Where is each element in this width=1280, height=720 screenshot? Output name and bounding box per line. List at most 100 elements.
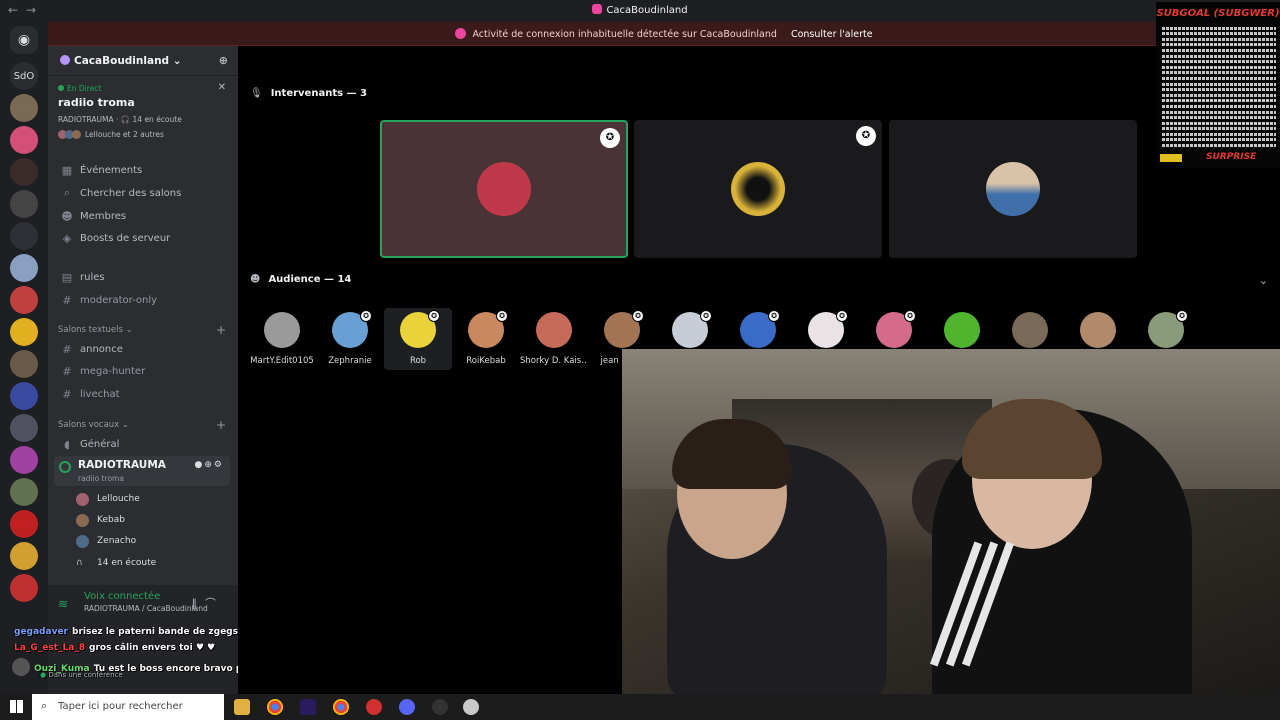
hash-icon: # xyxy=(62,293,72,307)
active-stage-channel[interactable]: RADIOTRAUMA radiio troma ●⊕⚙ xyxy=(54,456,230,486)
server-icon[interactable] xyxy=(10,542,38,570)
server-icon[interactable] xyxy=(10,158,38,186)
speaker-tile[interactable]: ✪ xyxy=(634,120,882,258)
server-icon[interactable] xyxy=(10,286,38,314)
avatar xyxy=(1080,312,1116,348)
speakers-header: 🎙 Intervenants — 3 xyxy=(250,88,367,99)
webcam-overlay xyxy=(622,349,1280,694)
server-icon[interactable] xyxy=(10,478,38,506)
avatar xyxy=(1012,312,1048,348)
category-voice-channels[interactable]: Salons vocaux ⌄ + xyxy=(58,418,230,432)
nav-server-boosts[interactable]: ◈ Boosts de serveur xyxy=(54,228,230,248)
server-icon[interactable] xyxy=(10,574,38,602)
stage-meta: RADIOTRAUMA · 🎧 14 en écoute xyxy=(58,115,182,124)
speaker-tile[interactable] xyxy=(889,120,1137,258)
avatar: ✪ xyxy=(400,310,440,348)
audience-icon: ☻ xyxy=(250,274,261,285)
voice-connected-panel: ≋ Voix connectée RADIOTRAUMA / CacaBoudi… xyxy=(48,585,238,625)
channel-mega-hunter[interactable]: # mega-hunter xyxy=(54,361,230,381)
discord-home-icon[interactable]: ◉ xyxy=(10,26,38,54)
voice-connected-sub: RADIOTRAUMA / CacaBoudinland xyxy=(84,604,208,613)
listeners-count[interactable]: ∩ 14 en écoute xyxy=(76,554,226,572)
microphone-icon: 🎙 xyxy=(250,88,263,99)
nav-browse-channels[interactable]: ⌕ Chercher des salons xyxy=(54,183,230,203)
add-channel-icon[interactable]: + xyxy=(216,418,226,432)
audience-name: Shorky D. Kais… xyxy=(520,356,588,366)
audience-member[interactable]: MartY.Edit0105 xyxy=(248,308,316,370)
avatar: ✪ xyxy=(808,310,848,348)
avatar: ✪ xyxy=(740,310,780,348)
server-icon[interactable] xyxy=(10,222,38,250)
live-stage-card[interactable]: En Direct radiio troma RADIOTRAUMA · 🎧 1… xyxy=(54,80,232,143)
server-icon[interactable] xyxy=(10,350,38,378)
windows-start-icon[interactable] xyxy=(10,700,23,713)
audience-name: Rob xyxy=(409,356,427,366)
channel-general-voice[interactable]: ◖ Général xyxy=(54,434,230,454)
premiere-icon[interactable] xyxy=(300,699,316,715)
guild-header[interactable]: CacaBoudinland ⌄ ⊕ xyxy=(48,46,238,76)
discord-icon[interactable] xyxy=(399,699,415,715)
role-badge-icon: ✪ xyxy=(1176,310,1188,322)
avatar xyxy=(72,130,81,139)
chrome-icon[interactable] xyxy=(333,699,349,715)
server-icon[interactable] xyxy=(10,414,38,442)
chrome-icon[interactable] xyxy=(267,699,283,715)
title-bar: ←→ CacaBoudinland xyxy=(0,0,1280,22)
audience-member[interactable]: ✪ RoiKebab xyxy=(452,308,520,370)
obs-icon[interactable] xyxy=(432,699,448,715)
nav-members[interactable]: ☻ Membres xyxy=(54,206,230,226)
server-icon[interactable] xyxy=(10,382,38,410)
live-indicator: En Direct xyxy=(58,84,228,93)
hash-icon: # xyxy=(62,387,72,401)
channel-rules[interactable]: ▤ rules xyxy=(54,267,230,287)
voice-member[interactable]: Kebab xyxy=(76,511,226,529)
disconnect-icon[interactable]: ∥⌒ xyxy=(192,595,225,611)
app-icon[interactable] xyxy=(463,699,479,715)
server-icon[interactable] xyxy=(10,126,38,154)
channel-livechat[interactable]: # livechat xyxy=(54,384,230,404)
chevron-down-icon[interactable]: ⌄ xyxy=(1259,274,1268,287)
taskbar: ⌕ Taper ici pour rechercher xyxy=(0,694,1280,720)
audience-member[interactable]: Shorky D. Kais… xyxy=(520,308,588,370)
server-sdo[interactable]: SdO xyxy=(10,62,38,90)
audience-name: Zephranie xyxy=(328,356,372,366)
nav-events[interactable]: ▦ Événements xyxy=(54,160,230,180)
speaker-tile[interactable]: ✪ xyxy=(380,120,628,258)
voice-member[interactable]: Lellouche xyxy=(76,490,226,508)
channel-moderator-only[interactable]: # moderator-only xyxy=(54,290,230,310)
taskbar-search[interactable]: ⌕ Taper ici pour rechercher xyxy=(32,694,224,720)
stage-listeners: Lellouche et 2 autres xyxy=(58,130,228,139)
role-badge-icon: ✪ xyxy=(632,310,644,322)
audience-member[interactable]: ✪ Zephranie xyxy=(316,308,384,370)
subgoal-title: SUBGOAL (SUBGWER) xyxy=(1156,8,1280,19)
category-text-channels[interactable]: Salons textuels ⌄ + xyxy=(58,323,230,337)
server-icon[interactable] xyxy=(10,318,38,346)
app-icon[interactable] xyxy=(366,699,382,715)
close-icon[interactable]: ✕ xyxy=(218,82,226,93)
server-rail: ◉ SdO xyxy=(0,22,48,694)
server-icon[interactable] xyxy=(10,510,38,538)
file-explorer-icon[interactable] xyxy=(234,699,250,715)
add-channel-icon[interactable]: + xyxy=(216,323,226,337)
avatar: ✪ xyxy=(604,310,644,348)
alert-action-button[interactable]: Consulter l'alerte xyxy=(791,29,873,40)
avatar xyxy=(264,312,300,348)
server-icon[interactable] xyxy=(10,94,38,122)
avatar xyxy=(76,513,89,527)
server-icon[interactable] xyxy=(10,254,38,282)
speaker-icon: ◖ xyxy=(64,437,70,451)
audience-member[interactable]: ✪ Rob xyxy=(384,308,452,370)
channel-annonce[interactable]: # annonce xyxy=(54,339,230,359)
audience-name: RoiKebab xyxy=(466,356,506,366)
role-badge-icon: ✪ xyxy=(768,310,780,322)
role-badge-icon: ✪ xyxy=(904,310,916,322)
server-icon[interactable] xyxy=(10,446,38,474)
server-icon[interactable] xyxy=(10,190,38,218)
signal-icon: ≋ xyxy=(58,597,69,611)
avatar xyxy=(12,658,30,676)
voice-member[interactable]: Zenacho xyxy=(76,532,226,550)
guild-icon xyxy=(60,55,70,65)
channel-tools-icon[interactable]: ●⊕⚙ xyxy=(195,460,224,470)
invite-icon[interactable]: ⊕ xyxy=(219,54,228,67)
hash-icon: # xyxy=(62,364,72,378)
